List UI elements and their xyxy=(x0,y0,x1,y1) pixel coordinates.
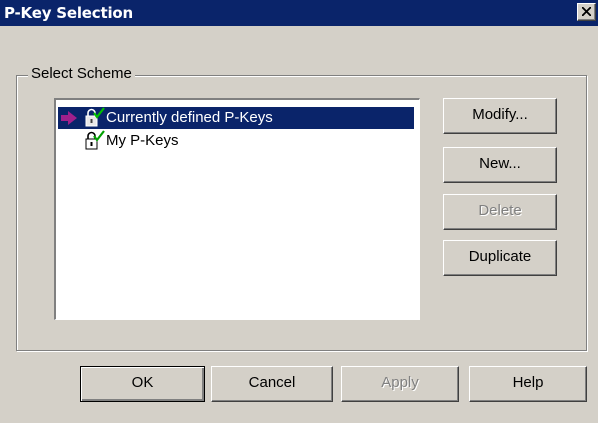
apply-button[interactable]: Apply xyxy=(341,366,459,402)
help-button[interactable]: Help xyxy=(469,366,587,402)
list-item-currently-defined[interactable]: Currently defined P-Keys xyxy=(58,107,414,129)
padlock-check-icon xyxy=(80,107,106,129)
cancel-button[interactable]: Cancel xyxy=(211,366,333,402)
modify-button[interactable]: Modify... xyxy=(443,98,557,134)
ok-button[interactable]: OK xyxy=(80,366,205,402)
empty-marker xyxy=(58,130,80,152)
arrow-right-icon xyxy=(58,107,80,129)
window-edge xyxy=(598,0,603,423)
close-icon xyxy=(582,7,591,16)
group-label: Select Scheme xyxy=(28,64,135,84)
duplicate-button[interactable]: Duplicate xyxy=(443,240,557,276)
close-button[interactable] xyxy=(577,3,596,21)
list-item-label: Currently defined P-Keys xyxy=(106,109,273,126)
delete-button[interactable]: Delete xyxy=(443,194,557,230)
window-title: P-Key Selection xyxy=(4,4,133,22)
padlock-check-icon xyxy=(80,130,106,152)
new-button[interactable]: New... xyxy=(443,147,557,183)
scheme-list[interactable]: Currently defined P-Keys My P-Keys xyxy=(54,98,420,320)
title-bar[interactable]: P-Key Selection xyxy=(0,0,598,26)
list-item-my-pkeys[interactable]: My P-Keys xyxy=(58,130,414,152)
list-item-label: My P-Keys xyxy=(106,132,179,149)
